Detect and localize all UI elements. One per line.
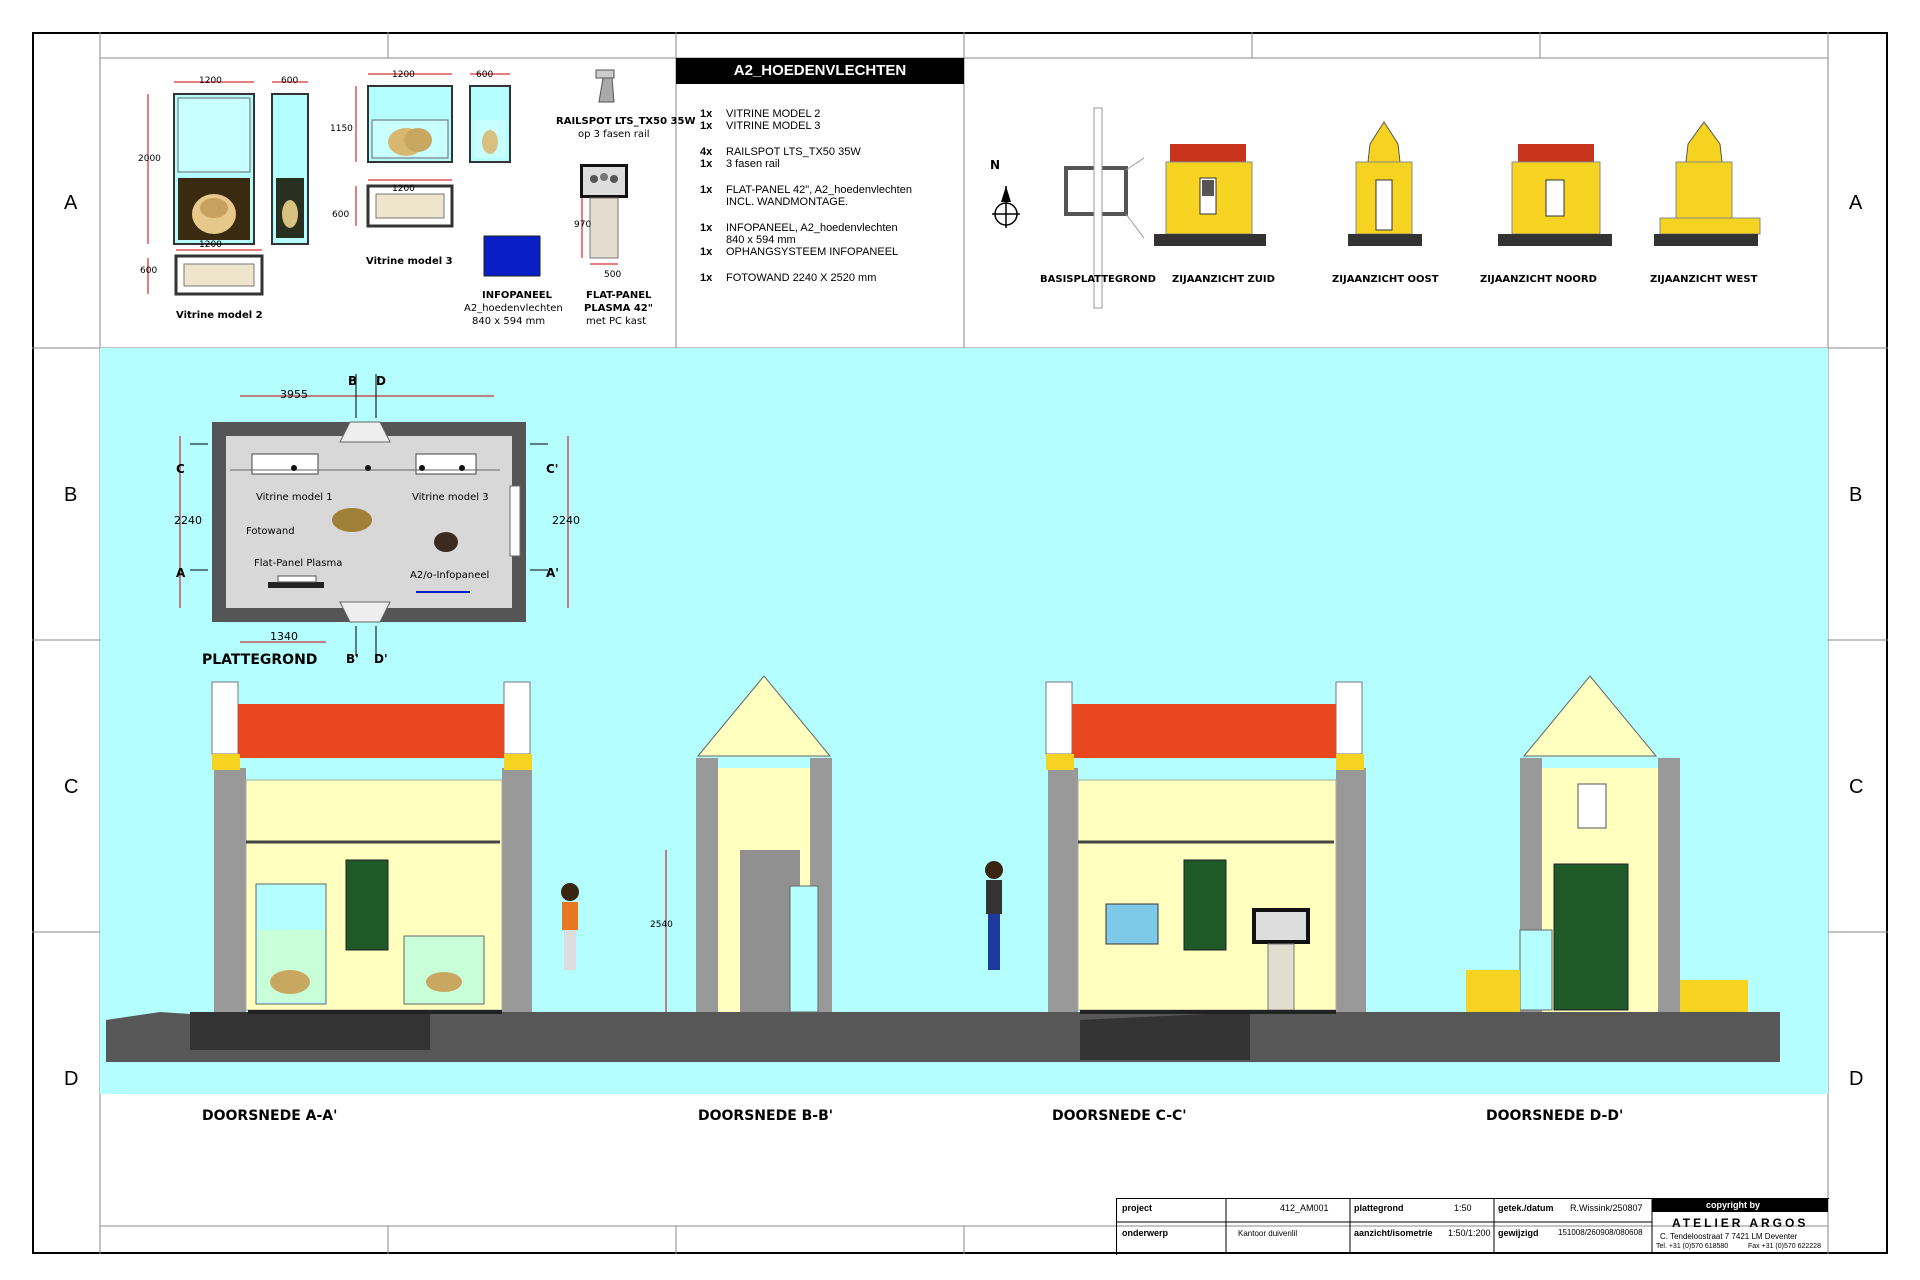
section-title-a: DOORSNEDE A-A': [202, 1108, 338, 1124]
tb-gewijzigd-key: gewijzigd: [1498, 1228, 1539, 1238]
tb-copyright: copyright by: [1706, 1200, 1761, 1210]
plan-dim-offset: 1340: [270, 630, 298, 643]
label-railspot: RAILSPOT LTS_TX50 35W: [556, 116, 696, 127]
plan-label-flat-panel: Flat-Panel Plasma: [254, 558, 343, 569]
tb-onderwerp-key: onderwerp: [1122, 1228, 1169, 1238]
north-label: N: [990, 158, 1001, 172]
dim-flat-height: 970: [574, 220, 592, 230]
grid-row-c-left: C: [64, 776, 79, 798]
marker-c: C: [176, 462, 185, 476]
marker-a: A: [176, 566, 186, 580]
legend-title: A2_HOEDENVLECHTEN: [733, 62, 907, 79]
floor-plan: [179, 374, 569, 656]
dim-v3-depth: 600: [476, 70, 494, 80]
tb-plattegrond-value: 1:50: [1454, 1203, 1472, 1213]
view-label-basisplattegrond: BASISPLATTEGROND: [1040, 274, 1156, 285]
grid-row-a-right: A: [1849, 192, 1863, 214]
dim-v2-depth2: 600: [140, 266, 158, 276]
grid-row-b-left: B: [64, 484, 78, 506]
dim-flat-width: 500: [604, 270, 622, 280]
plan-dim-depth-right: 2240: [552, 514, 580, 527]
dim-v3-width2: 1200: [392, 184, 415, 194]
view-label-west: ZIJAANZICHT WEST: [1650, 274, 1758, 285]
sections-drawing: [106, 675, 1780, 1062]
tb-aanzicht-key: aanzicht/isometrie: [1354, 1228, 1433, 1238]
tb-tel: Tel. +31 (0)570 618580: [1656, 1243, 1729, 1250]
grid-row-a-left: A: [64, 192, 78, 214]
dim-v3-height: 1150: [330, 124, 353, 134]
section-title-c: DOORSNEDE C-C': [1052, 1108, 1187, 1124]
tb-getek-value: R.Wissink/250807: [1570, 1203, 1643, 1213]
tb-onderwerp-value: Kantoor duivenlil: [1238, 1229, 1298, 1238]
marker-c-prime: C': [546, 462, 559, 476]
plan-label-vitrine-1: Vitrine model 1: [256, 492, 333, 503]
plan-dim-depth-left: 2240: [174, 514, 202, 527]
label-vitrine-model-3: Vitrine model 3: [366, 256, 453, 267]
section-dim-photowall: 2540: [650, 920, 673, 930]
label-infopaneel: INFOPANEEL: [482, 290, 552, 301]
tb-fax: Fax +31 (0)570 622228: [1748, 1243, 1821, 1250]
grid-row-c-right: C: [1849, 776, 1864, 798]
plan-label-vitrine-3: Vitrine model 3: [412, 492, 489, 503]
legend-item: 1x VITRINE MODEL 3: [700, 120, 821, 132]
dim-v2-depth: 600: [281, 76, 299, 86]
view-label-zuid: ZIJAANZICHT ZUID: [1172, 274, 1275, 285]
plan-label-fotowand: Fotowand: [246, 526, 295, 537]
legend-item: 1x OPHANGSYSTEEM INFOPANEEL: [700, 246, 899, 258]
tb-address: C. Tendeloostraat 7 7421 LM Deventer: [1660, 1232, 1798, 1241]
dim-v2-width: 1200: [199, 76, 222, 86]
legend-title-bar: A2_HOEDENVLECHTEN: [676, 58, 964, 84]
label-railspot-rail: op 3 fasen rail: [578, 129, 650, 140]
legend-item: INCL. WANDMONTAGE.: [726, 196, 849, 208]
legend-item: 1x FLAT-PANEL 42", A2_hoedenvlechten: [700, 184, 912, 196]
label-vitrine-model-2: Vitrine model 2: [176, 310, 263, 321]
dim-v3-width: 1200: [392, 70, 415, 80]
grid-row-d-right: D: [1849, 1068, 1864, 1090]
view-label-oost: ZIJAANZICHT OOST: [1332, 274, 1439, 285]
tb-project-value: 412_AM001: [1280, 1203, 1329, 1213]
label-infopaneel-name: A2_hoedenvlechten: [464, 303, 563, 314]
marker-b: B: [348, 374, 358, 388]
infopaneel-swatch: [483, 235, 541, 277]
legend-item: 1x VITRINE MODEL 2: [700, 108, 821, 120]
plan-dim-width: 3955: [280, 388, 308, 401]
dim-v2-height: 2000: [138, 154, 161, 164]
legend-item: 1x FOTOWAND 2240 X 2520 mm: [700, 272, 877, 284]
view-label-noord: ZIJAANZICHT NOORD: [1480, 274, 1597, 285]
legend-item: 4x RAILSPOT LTS_TX50 35W: [700, 146, 861, 158]
marker-d: D: [376, 374, 386, 388]
legend-item: 840 x 594 mm: [726, 234, 796, 246]
tb-firm: ATELIER ARGOS: [1672, 1216, 1809, 1230]
tb-plattegrond-key: plattegrond: [1354, 1203, 1404, 1213]
legend-item: 1x 3 fasen rail: [700, 158, 780, 170]
tb-gewijzigd-value: 151008/260908/080608: [1558, 1228, 1643, 1237]
marker-a-prime: A': [546, 566, 559, 580]
grid-row-d-left: D: [64, 1068, 79, 1090]
section-title-d: DOORSNEDE D-D': [1486, 1108, 1624, 1124]
legend-list: 1x VITRINE MODEL 2 1x VITRINE MODEL 3 4x RA…: [700, 108, 960, 308]
section-title-b: DOORSNEDE B-B': [698, 1108, 834, 1124]
label-infopaneel-size: 840 x 594 mm: [472, 316, 546, 327]
dim-v3-depth2: 600: [332, 210, 350, 220]
tb-aanzicht-value: 1:50/1:200: [1448, 1228, 1491, 1238]
plan-label-infopaneel: A2/o-Infopaneel: [410, 570, 490, 581]
tb-project-key: project: [1122, 1203, 1153, 1213]
grid-row-b-right: B: [1849, 484, 1863, 506]
label-flatpanel-plasma: PLASMA 42": [584, 303, 653, 314]
tb-getek-key: getek./datum: [1498, 1203, 1554, 1213]
orientation-views: [992, 107, 1761, 309]
dim-v2-width2: 1200: [199, 240, 222, 250]
legend-item: 1x INFOPANEEL, A2_hoedenvlechten: [700, 222, 898, 234]
label-flatpanel-pc: met PC kast: [586, 316, 647, 327]
label-flatpanel: FLAT-PANEL: [586, 290, 652, 301]
